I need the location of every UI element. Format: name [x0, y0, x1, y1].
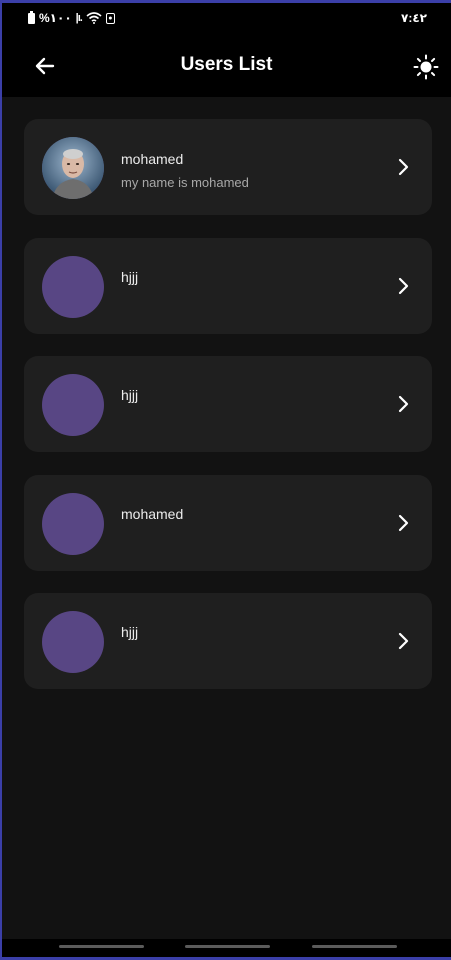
- user-description: my name is mohamed: [121, 175, 249, 190]
- user-card[interactable]: hjjj: [24, 593, 432, 689]
- user-photo: [42, 137, 104, 199]
- user-name: hjjj: [121, 269, 139, 285]
- app-bar: Users List: [2, 33, 451, 97]
- user-name: hjjj: [121, 387, 139, 403]
- wifi-icon: [86, 12, 102, 24]
- avatar: [42, 137, 104, 199]
- page-title: Users List: [180, 54, 273, 75]
- status-time: ٧:٤٢: [401, 11, 427, 25]
- nav-recents-button[interactable]: [59, 945, 144, 948]
- avatar: [42, 611, 104, 673]
- avatar: [42, 256, 104, 318]
- user-name: mohamed: [121, 506, 184, 522]
- nav-home-button[interactable]: [185, 945, 270, 948]
- battery-level: %١٠٠: [39, 11, 72, 25]
- chevron-right-icon: [398, 277, 409, 295]
- chevron-right-icon: [398, 158, 409, 176]
- chevron-right-icon: [398, 514, 409, 532]
- sun-icon[interactable]: [413, 54, 439, 80]
- notification-icon: ●: [105, 12, 115, 24]
- status-bar: %١٠٠ |ı. ● ٧:٤٢: [2, 3, 451, 33]
- user-card[interactable]: hjjj: [24, 356, 432, 452]
- nav-back-button[interactable]: [312, 945, 397, 948]
- avatar: [42, 493, 104, 555]
- chevron-right-icon: [398, 632, 409, 650]
- status-indicators: %١٠٠ |ı. ●: [28, 10, 115, 25]
- user-name: mohamed: [121, 151, 184, 167]
- user-card[interactable]: hjjj: [24, 238, 432, 334]
- avatar: [42, 374, 104, 436]
- user-card[interactable]: mohamed my name is mohamed: [24, 119, 432, 215]
- app-screen: %١٠٠ |ı. ● ٧:٤٢ Users List mohamed my na…: [2, 3, 451, 957]
- user-name: hjjj: [121, 624, 139, 640]
- battery-icon: [28, 10, 35, 24]
- signal-icon: |ı.: [75, 12, 83, 24]
- chevron-right-icon: [398, 395, 409, 413]
- system-navigation-bar: [2, 939, 451, 957]
- user-card[interactable]: mohamed: [24, 475, 432, 571]
